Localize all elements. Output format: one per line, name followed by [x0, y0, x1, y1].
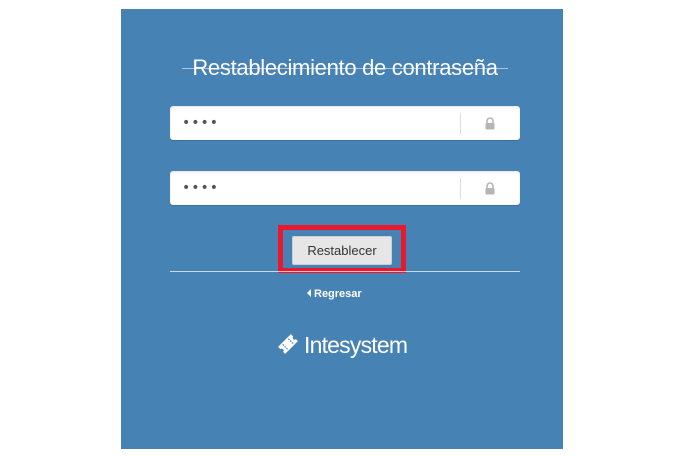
reset-panel: Restablecimiento de contraseña Restablec…: [121, 9, 563, 449]
lock-icon: [485, 117, 495, 130]
back-link-label: Regresar: [314, 288, 362, 300]
caret-left-icon: [307, 289, 311, 297]
confirm-password-field[interactable]: [170, 171, 520, 205]
back-link[interactable]: Regresar: [307, 287, 362, 301]
reset-button[interactable]: Restablecer: [292, 236, 392, 265]
page-title: Restablecimiento de contraseña: [192, 55, 498, 80]
password-input[interactable]: [170, 106, 460, 140]
ticket-icon: [278, 334, 298, 354]
brand-name: Intesystem: [304, 332, 408, 358]
lock-icon: [485, 182, 495, 195]
field-separator: [460, 178, 461, 199]
field-separator: [460, 113, 461, 134]
page-title-group: Restablecimiento de contraseña: [170, 53, 520, 83]
divider: [170, 271, 520, 272]
confirm-password-input[interactable]: [170, 171, 460, 205]
password-field[interactable]: [170, 106, 520, 140]
